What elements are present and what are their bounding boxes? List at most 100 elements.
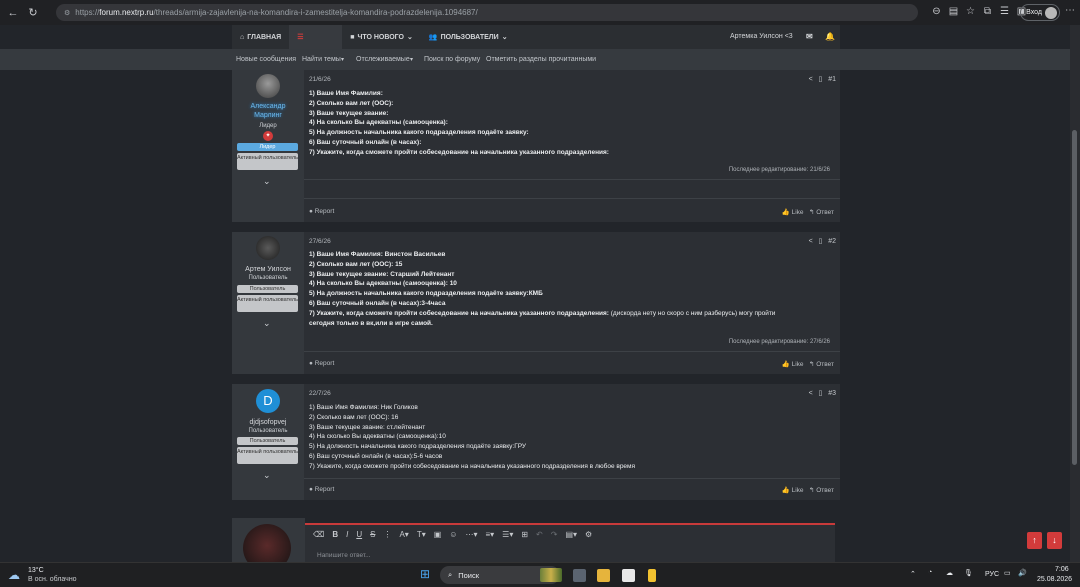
undo-icon[interactable]: ↶ xyxy=(536,530,543,539)
volume-icon[interactable]: 🔊 xyxy=(1018,569,1027,577)
share-icon[interactable]: < xyxy=(809,238,813,245)
share-icon[interactable]: < xyxy=(809,390,813,397)
avatar[interactable]: D xyxy=(256,389,280,413)
font-size-icon[interactable]: T▾ xyxy=(417,530,426,539)
divider xyxy=(304,179,840,180)
task-view-icon[interactable] xyxy=(573,569,586,582)
avatar[interactable] xyxy=(256,74,280,98)
reader-icon[interactable]: ▤ xyxy=(947,5,960,19)
list-icon[interactable]: ☰▾ xyxy=(502,530,513,539)
clock-date[interactable]: 25.08.2026 xyxy=(1037,576,1072,583)
scrollbar-thumb[interactable] xyxy=(1072,130,1077,465)
nav-users[interactable]: 👥 ПОЛЬЗОВАТЕЛИ ⌄ xyxy=(421,25,516,49)
microphone-icon[interactable]: 🎙 xyxy=(964,569,973,577)
app-icon[interactable] xyxy=(648,569,656,582)
extensions-icon[interactable]: ⧉ xyxy=(981,5,994,19)
site-info-icon[interactable]: ⚙ xyxy=(64,9,70,17)
like-button[interactable]: 👍 Like xyxy=(782,361,804,368)
nav-whats-new[interactable]: ■ ЧТО НОВОГО ⌄ xyxy=(342,25,421,49)
reload-icon[interactable]: ↻ xyxy=(26,6,40,20)
post-date[interactable]: 27/6/26 xyxy=(309,238,331,245)
subnav-search-forum[interactable]: Поиск по форуму xyxy=(424,56,480,63)
tray-app-icon[interactable]: ◔ xyxy=(928,569,932,576)
settings-icon[interactable]: ⚙ xyxy=(585,530,592,539)
chevron-down-icon[interactable]: ⌄ xyxy=(263,470,271,481)
profile-button[interactable]: Вход xyxy=(1020,4,1060,21)
post-line: 6) Ваш суточный онлайн (в часах):5-6 час… xyxy=(309,452,829,462)
post-line: 1) Ваше Имя Фамилия: xyxy=(309,89,829,99)
username[interactable]: Артем Уилсон xyxy=(232,266,304,273)
clock-time[interactable]: 7:06 xyxy=(1055,566,1069,573)
zoom-icon[interactable]: ⊖ xyxy=(930,5,943,19)
star-icon[interactable]: ☆ xyxy=(964,5,977,19)
scrollbar[interactable] xyxy=(1070,25,1080,562)
avatar[interactable] xyxy=(256,236,280,260)
reply-button[interactable]: ↰ Ответ xyxy=(809,209,834,216)
post-number[interactable]: #1 xyxy=(828,76,836,83)
username[interactable]: Александр Марлинг xyxy=(232,102,304,120)
like-button[interactable]: 👍 Like xyxy=(782,487,804,494)
scroll-down-button[interactable]: ↓ xyxy=(1047,532,1062,549)
report-link[interactable]: ● Report xyxy=(309,486,334,493)
save-draft-icon[interactable]: ▤▾ xyxy=(565,530,577,539)
subnav-mark-read[interactable]: Отметить разделы прочитанными xyxy=(486,56,596,63)
bold-icon[interactable]: B xyxy=(332,530,338,539)
current-user[interactable]: Артемка Уилсон <3 xyxy=(730,33,793,40)
mail-icon[interactable]: ✉ xyxy=(806,32,813,41)
post-number[interactable]: #2 xyxy=(828,238,836,245)
bookmark-icon[interactable]: ▯ xyxy=(819,390,823,397)
bell-icon[interactable]: 🔔 xyxy=(825,32,835,41)
font-color-icon[interactable]: A▾ xyxy=(399,530,408,539)
redo-icon[interactable]: ↷ xyxy=(551,530,558,539)
bookmark-icon[interactable]: ▯ xyxy=(819,76,823,83)
strikethrough-icon[interactable]: S xyxy=(370,530,375,539)
favorites-icon[interactable]: ☰ xyxy=(998,5,1011,19)
subnav-new-posts[interactable]: Новые сообщения xyxy=(236,56,296,63)
tray-expand-icon[interactable]: ⌃ xyxy=(910,570,916,578)
chevron-down-icon: ⌄ xyxy=(407,34,413,41)
scroll-up-button[interactable]: ↑ xyxy=(1027,532,1042,549)
address-bar[interactable]: ⚙ https://forum.nextrp.ru/threads/armija… xyxy=(56,4,918,21)
chevron-down-icon[interactable]: ⌄ xyxy=(263,318,271,329)
eraser-icon[interactable]: ⌫ xyxy=(313,530,324,539)
post-date[interactable]: 22/7/26 xyxy=(309,390,331,397)
subnav-find-threads[interactable]: Найти темы xyxy=(302,56,341,63)
answer: Винстон Васильев xyxy=(382,251,446,258)
more-icon[interactable]: ⋯ xyxy=(1065,5,1075,16)
post-date[interactable]: 21/6/26 xyxy=(309,76,331,83)
more-formatting-icon[interactable]: ⋮ xyxy=(383,530,391,539)
tray-sync-icon[interactable]: ☁ xyxy=(946,569,953,577)
weather-icon[interactable]: ☁ xyxy=(8,568,20,582)
question: 6) Ваш суточный онлайн (в часах): xyxy=(309,452,414,460)
notepad-icon[interactable] xyxy=(622,569,635,582)
nav-home[interactable]: ⌂ ГЛАВНАЯ xyxy=(232,25,289,49)
post-number[interactable]: #3 xyxy=(828,390,836,397)
table-icon[interactable]: ⊞ xyxy=(521,530,528,539)
subnav-watched[interactable]: Отслеживаемые xyxy=(356,56,410,63)
reply-button[interactable]: ↰ Ответ xyxy=(809,361,834,368)
italic-icon[interactable]: I xyxy=(346,530,348,539)
report-link[interactable]: ● Report xyxy=(309,360,334,367)
underline-icon[interactable]: U xyxy=(356,530,362,539)
message-post: Александр Марлинг Лидер ✦ Лидер Активный … xyxy=(232,70,840,222)
username[interactable]: djdjsofopvej xyxy=(232,419,304,426)
like-button[interactable]: 👍 Like xyxy=(782,209,804,216)
nav-forum[interactable]: ☰ xyxy=(289,25,343,49)
align-icon[interactable]: ≡▾ xyxy=(485,530,494,539)
back-icon[interactable]: ← xyxy=(6,6,20,20)
file-explorer-icon[interactable] xyxy=(597,569,610,582)
network-icon[interactable]: ▭ xyxy=(1004,569,1011,577)
emoji-icon[interactable]: ☺ xyxy=(449,530,457,539)
insert-more-icon[interactable]: ⋯▾ xyxy=(465,530,477,539)
weather-temp[interactable]: 13°C xyxy=(28,567,44,574)
language-indicator[interactable]: РУС xyxy=(985,571,999,578)
windows-start-icon[interactable]: ⊞ xyxy=(420,567,430,581)
reply-button[interactable]: ↰ Ответ xyxy=(809,487,834,494)
image-icon[interactable]: ▣ xyxy=(434,530,442,539)
share-icon[interactable]: < xyxy=(809,76,813,83)
report-link[interactable]: ● Report xyxy=(309,208,334,215)
weather-desc[interactable]: В осн. облачно xyxy=(28,576,77,583)
chevron-down-icon[interactable]: ⌄ xyxy=(263,176,271,187)
bookmark-icon[interactable]: ▯ xyxy=(819,238,823,245)
reply-input[interactable]: Напишите ответ... xyxy=(317,552,371,559)
